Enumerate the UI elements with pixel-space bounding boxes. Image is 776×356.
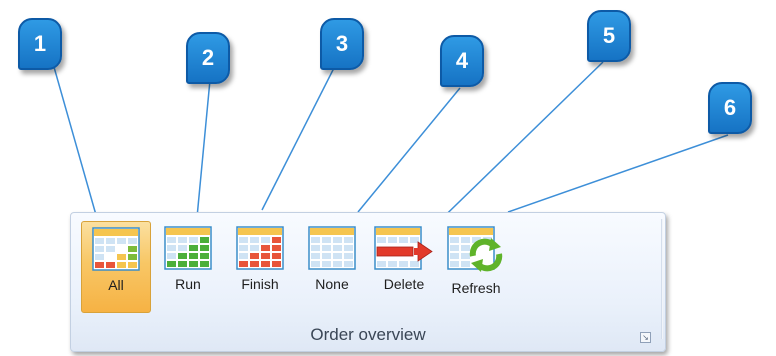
callout-4: 4 bbox=[440, 35, 484, 87]
dialog-launcher-icon[interactable]: ↘ bbox=[640, 332, 651, 343]
grid-all-icon bbox=[92, 227, 140, 271]
callout-1: 1 bbox=[18, 18, 62, 70]
delete-button[interactable]: Delete bbox=[369, 221, 439, 313]
grid-run-icon bbox=[164, 226, 212, 270]
group-label: Order overview bbox=[310, 325, 426, 344]
callout-number: 6 bbox=[723, 95, 737, 120]
grid-refresh-icon bbox=[447, 226, 503, 272]
all-button[interactable]: All bbox=[81, 221, 151, 313]
run-button-label: Run bbox=[175, 276, 201, 292]
callout-6: 6 bbox=[708, 82, 752, 134]
grid-finish-icon bbox=[236, 226, 284, 270]
refresh-button[interactable]: Refresh bbox=[441, 221, 511, 313]
run-button[interactable]: Run bbox=[153, 221, 223, 313]
grid-none-icon bbox=[308, 226, 356, 270]
all-button-label: All bbox=[108, 277, 124, 293]
refresh-button-label: Refresh bbox=[451, 280, 501, 296]
callout-5: 5 bbox=[587, 10, 631, 62]
callout-2: 2 bbox=[186, 32, 230, 84]
callout-number: 5 bbox=[602, 23, 616, 48]
none-button-label: None bbox=[315, 276, 349, 292]
ribbon-group-order-overview: All Run Finish None Delete Refresh Order… bbox=[70, 212, 666, 352]
grid-delete-icon bbox=[374, 226, 433, 270]
callout-number: 3 bbox=[335, 31, 349, 56]
callout-number: 2 bbox=[201, 45, 215, 70]
finish-button[interactable]: Finish bbox=[225, 221, 295, 313]
none-button[interactable]: None bbox=[297, 221, 367, 313]
finish-button-label: Finish bbox=[241, 276, 279, 292]
callout-3: 3 bbox=[320, 18, 364, 70]
callout-number: 4 bbox=[455, 48, 469, 73]
delete-button-label: Delete bbox=[383, 276, 425, 292]
group-separator bbox=[661, 219, 663, 339]
callout-number: 1 bbox=[33, 31, 47, 56]
